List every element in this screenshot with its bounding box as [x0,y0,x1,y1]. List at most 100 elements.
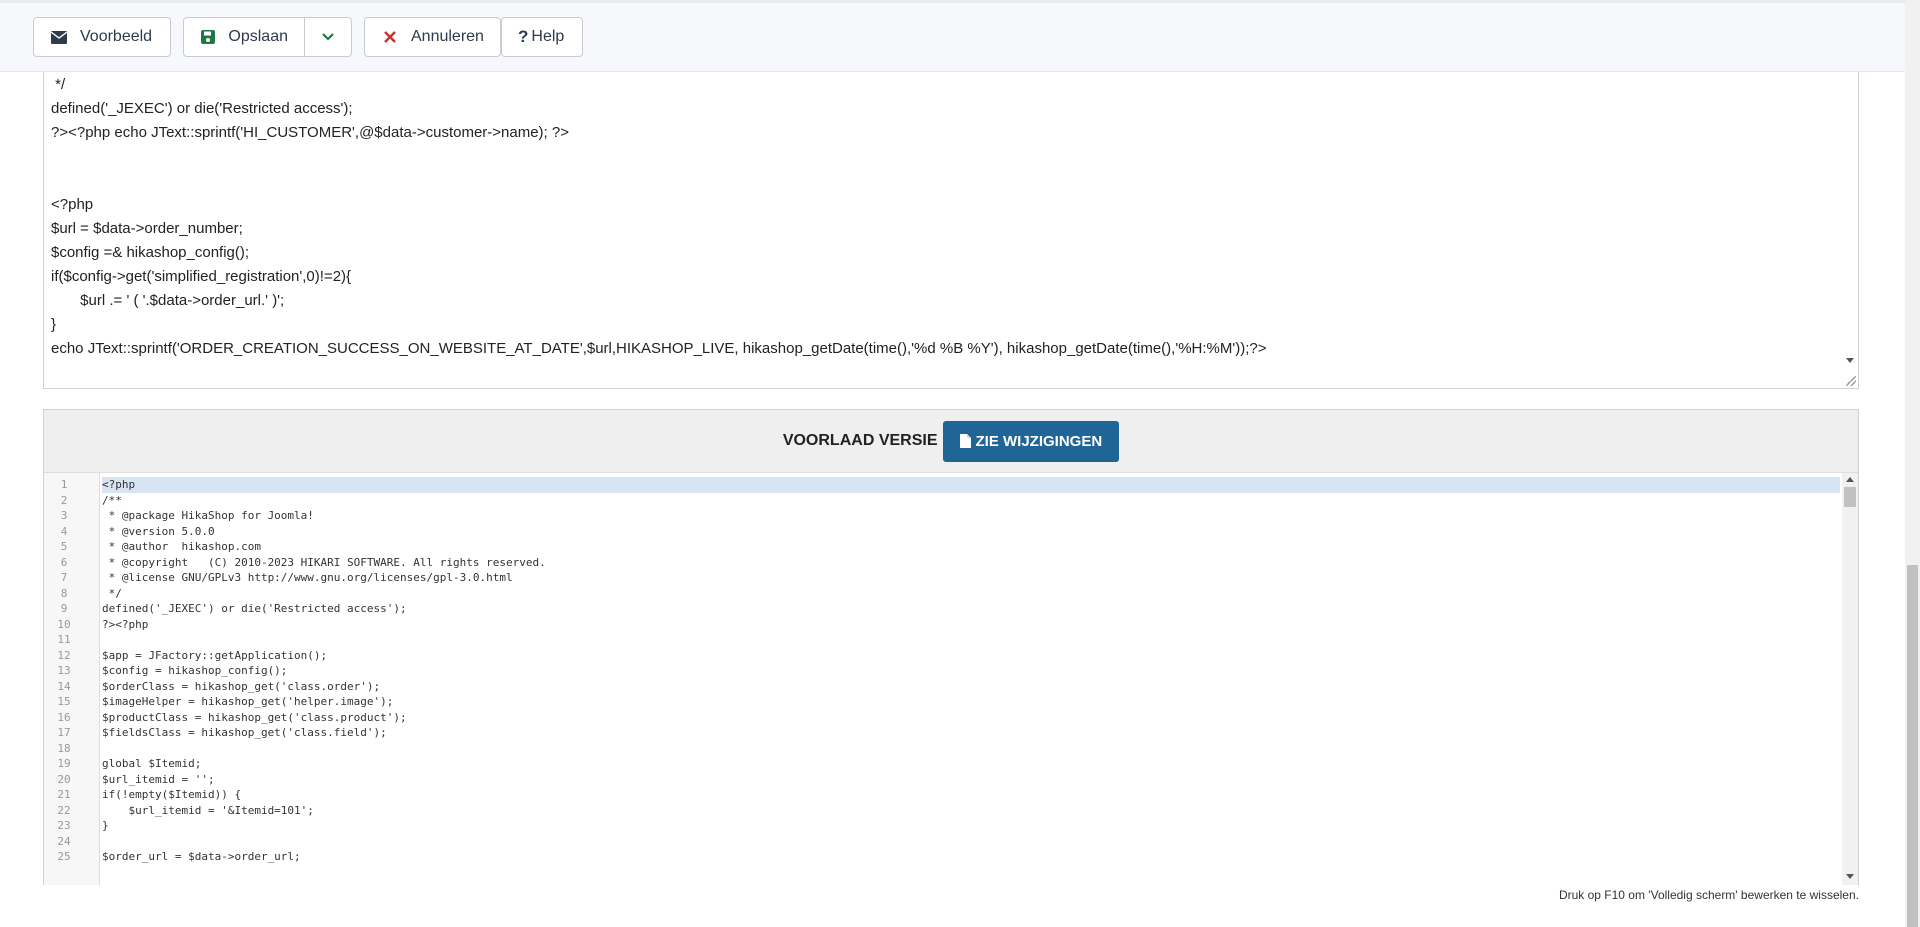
code-line: 8 */ [44,586,1840,602]
line-number: 5 [60,540,68,553]
code-line: 24 [44,834,1840,850]
scroll-down-icon[interactable] [1846,874,1854,879]
page-scrollbar[interactable] [1905,0,1920,927]
editor-line: */ [51,76,66,93]
line-number: 20 [57,772,71,786]
editor-line: if($config->get('simplified_registration… [51,268,352,285]
line-number: 25 [57,850,71,863]
editor-line: <?php [51,196,94,213]
save-dropdown-button[interactable] [304,17,352,57]
floppy-icon [200,28,216,46]
code-text: if(!empty($Itemid)) { [102,788,242,801]
line-number: 16 [57,710,71,724]
code-line: 3 * @package HikaShop for Joomla! [44,508,1840,524]
code-line: 6 * @copyright (C) 2010-2023 HIKARI SOFT… [44,555,1840,571]
preview-label: Voorbeeld [80,28,153,45]
code-line: 1 <?php [44,477,1840,493]
code-line: 2 /** [44,493,1840,509]
code-text: /** [102,493,122,507]
line-number: 24 [57,834,71,848]
question-icon: ? [518,27,529,46]
editor-line: echo JText::sprintf('ORDER_CREATION_SUCC… [51,340,1267,357]
line-number: 8 [60,586,68,600]
code-line: 12 $app = JFactory::getApplication(); [44,648,1840,664]
code-text: $app = JFactory::getApplication(); [102,648,328,662]
fullscreen-hint: Druk op F10 om 'Volledig scherm' bewerke… [1558,888,1859,902]
code-text: $productClass = hikashop_get('class.prod… [102,710,407,724]
preview-title: VOORLAAD VERSIE [782,432,938,449]
line-number: 6 [60,555,68,569]
editor-line: } [51,316,57,333]
code-line: 13 $config = hikashop_config(); [44,663,1840,679]
code-line: 25 $order_url = $data->order_url; [44,849,1840,865]
code-line: 21 if(!empty($Itemid)) { [44,787,1840,803]
code-line: 18 [44,741,1840,757]
save-button[interactable]: Opslaan [183,17,305,57]
code-line: 15 $imageHelper = hikashop_get('helper.im… [44,694,1840,710]
code-line: 19 global $Itemid; [44,756,1840,772]
code-text: ?><?php [102,617,149,631]
line-number: 11 [57,633,71,646]
code-scrollbar[interactable] [1842,473,1858,885]
code-text: */ [102,586,122,600]
code-line: 17 $fieldsClass = hikashop_get('class.fie… [44,725,1840,741]
code-text: global $Itemid; [102,757,202,770]
page-scroll-thumb[interactable] [1907,565,1918,927]
help-button[interactable]: ? Help [501,17,583,57]
editor-scrollbar[interactable] [1842,72,1858,372]
scroll-up-icon[interactable] [1846,477,1854,482]
code-line: 14 $orderClass = hikashop_get('class.orde… [44,679,1840,695]
close-icon [381,28,399,46]
scroll-down-icon[interactable] [1846,358,1854,363]
code-line: 10 ?><?php [44,617,1840,633]
line-number: 18 [57,741,71,755]
save-label: Opslaan [228,28,288,45]
code-text: * @author hikashop.com [102,540,261,553]
template-editor-text[interactable]: */ defined('_JEXEC') or die('Restricted a… [51,73,1838,361]
line-number: 19 [57,757,71,770]
code-line: 11 [44,632,1840,648]
chevron-down-icon [322,33,334,41]
file-icon [959,434,971,448]
code-text: * @license GNU/GPLv3 http://www.gnu.org/… [102,571,513,584]
code-line: 22 $url_itemid = '&Itemid=101'; [44,803,1840,819]
line-number: 13 [57,664,71,677]
line-number: 7 [60,571,68,584]
code-scroll-thumb[interactable] [1844,487,1856,507]
line-number: 17 [57,726,71,739]
editor-line: $config =& hikashop_config(); [51,244,250,261]
code-text: * @copyright (C) 2010-2023 HIKARI SOFTWA… [102,555,546,569]
code-text: } [102,819,109,832]
code-text: $order_url = $data->order_url; [102,850,301,863]
code-text: * @package HikaShop for Joomla! [102,509,314,522]
preview-panel: VOORLAAD VERSIE ZIE WIJZIGINGEN 1 <?php 2 /… [43,409,1859,885]
line-number: 21 [57,788,71,801]
line-number: 22 [57,803,71,817]
editor-line: $url = $data->order_number; [51,220,243,237]
code-text: $fieldsClass = hikashop_get('class.field… [102,726,387,739]
code-viewer[interactable]: 1 <?php 2/** 3 * @package HikaShop for Joom… [44,472,1858,885]
code-line: 7 * @license GNU/GPLv3 http://www.gnu.or… [44,570,1840,586]
editor-line: $url .= ' ( '.$data->order_url.' )'; [51,292,285,309]
code-line: 5 * @author hikashop.com [44,539,1840,555]
code-text: $imageHelper = hikashop_get('helper.imag… [102,695,394,708]
cancel-button[interactable]: Annuleren [364,17,501,57]
template-editor[interactable]: */ defined('_JEXEC') or die('Restricted a… [43,72,1859,389]
line-number: 9 [60,602,68,615]
code-text: * @version 5.0.0 [102,524,215,538]
view-changes-button[interactable]: ZIE WIJZIGINGEN [942,420,1120,462]
preview-button[interactable]: Voorbeeld [33,17,171,57]
line-number: 3 [60,509,68,522]
toolbar: Voorbeeld Opslaan Annuleren ? Help [0,0,1905,72]
line-number: 2 [60,493,68,507]
code-line: 4 * @version 5.0.0 [44,524,1840,540]
code-text: defined('_JEXEC') or die('Restricted acc… [102,602,407,615]
resize-handle-icon[interactable] [1846,376,1856,386]
cancel-label: Annuleren [411,28,484,45]
line-number: 4 [60,524,68,538]
line-number: 23 [57,819,71,832]
